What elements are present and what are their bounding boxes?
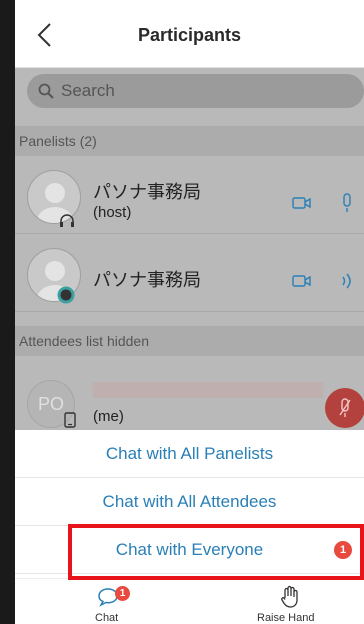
muted-microphone-icon <box>339 398 351 417</box>
chat-tab-label: Chat <box>95 612 119 624</box>
video-camera-icon <box>292 197 311 209</box>
header: Participants <box>15 0 364 68</box>
status-ring-icon <box>57 286 75 304</box>
participant-row-me[interactable]: PO (me) <box>15 374 364 430</box>
microphone-icon <box>343 193 351 212</box>
chat-unread-badge: 1 <box>115 586 130 601</box>
search-input[interactable]: Search <box>27 74 364 108</box>
phone-icon <box>64 412 76 428</box>
participant-role: (me) <box>93 408 124 425</box>
panelists-section-header: Panelists (2) <box>15 126 364 156</box>
highlight-annotation-box <box>68 524 364 580</box>
participant-name: パソナ事務局 <box>93 182 201 202</box>
chat-with-all-attendees-button[interactable]: Chat with All Attendees <box>15 478 364 526</box>
headset-icon <box>60 214 74 227</box>
participant-row[interactable]: パソナ事務局 (host) <box>15 156 364 234</box>
participant-row[interactable]: パソナ事務局 <box>15 234 364 312</box>
redacted-name-bar <box>93 382 323 398</box>
raise-hand-tab[interactable]: Raise Hand <box>251 579 331 624</box>
mute-button[interactable] <box>325 388 364 428</box>
search-placeholder: Search <box>61 81 115 100</box>
raise-hand-label: Raise Hand <box>257 612 315 624</box>
participants-list-dimmed: Search Panelists (2) パソナ事務局 (host) パソナ事務… <box>15 68 364 430</box>
page-title: Participants <box>137 25 242 45</box>
attendees-section-header: Attendees list hidden <box>15 326 364 356</box>
search-icon <box>38 83 54 99</box>
raise-hand-icon <box>281 585 298 608</box>
video-camera-icon <box>292 275 311 287</box>
participant-role: (host) <box>93 204 132 221</box>
audio-speaking-icon <box>342 273 351 289</box>
chat-with-all-panelists-button[interactable]: Chat with All Panelists <box>15 430 364 478</box>
participant-name: パソナ事務局 <box>93 270 201 290</box>
bottom-toolbar: Chat 1 Raise Hand <box>15 578 364 624</box>
